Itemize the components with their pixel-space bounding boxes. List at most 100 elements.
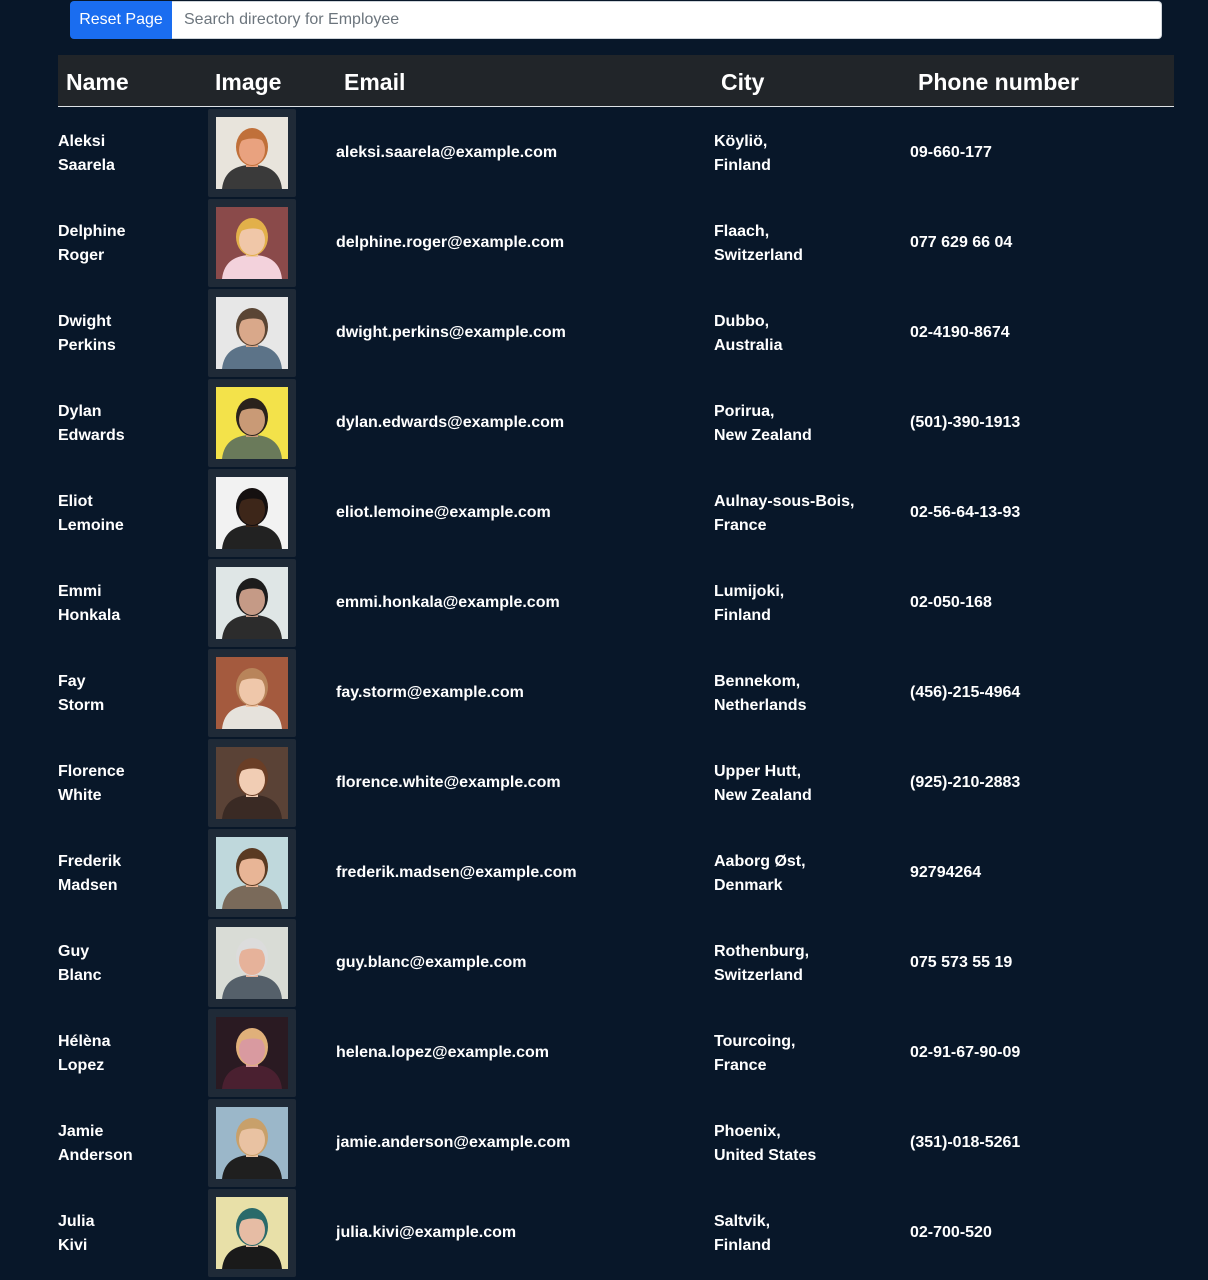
employee-name: Dwight Perkins [58, 310, 198, 358]
employee-email: helena.lopez@example.com [336, 1044, 550, 1061]
employee-email: guy.blanc@example.com [336, 954, 527, 971]
employee-photo-frame [208, 379, 296, 467]
table-row: Dwight Perkins dwight.perkins@example.com D… [58, 288, 1174, 378]
city: Upper Hutt, [714, 763, 802, 780]
employee-name: Dylan Edwards [58, 400, 198, 448]
avatar-portrait-icon [216, 117, 288, 189]
employee-name: Julia Kivi [58, 1210, 198, 1258]
city: Flaach, [714, 223, 770, 240]
employee-name: Hélèna Lopez [58, 1030, 198, 1078]
employee-photo [216, 1197, 288, 1269]
first-name: Julia [58, 1213, 95, 1230]
employee-email: fay.storm@example.com [336, 684, 524, 701]
employee-photo [216, 387, 288, 459]
table-row: Guy Blanc guy.blanc@example.com Rothenburg,… [58, 918, 1174, 1008]
city: Saltvik, [714, 1213, 771, 1230]
country: Australia [714, 337, 783, 354]
employee-name: Florence White [58, 760, 198, 808]
last-name: Roger [58, 247, 105, 264]
avatar-portrait-icon [216, 297, 288, 369]
table-row: Aleksi Saarela aleksi.saarela@example.com K… [58, 108, 1174, 198]
first-name: Hélèna [58, 1033, 111, 1050]
column-header-city[interactable]: City [721, 55, 764, 107]
employee-email: florence.white@example.com [336, 774, 561, 791]
employee-phone: (501)-390-1913 [910, 414, 1021, 431]
employee-phone: 09-660-177 [910, 144, 992, 161]
country: Denmark [714, 877, 783, 894]
country: France [714, 1057, 767, 1074]
first-name: Aleksi [58, 133, 106, 150]
city: Dubbo, [714, 313, 770, 330]
table-row: Fay Storm fay.storm@example.com Bennekom, Ne… [58, 648, 1174, 738]
city: Phoenix, [714, 1123, 781, 1140]
table-row: Eliot Lemoine eliot.lemoine@example.com Aul… [58, 468, 1174, 558]
employee-photo-frame [208, 289, 296, 377]
country: New Zealand [714, 427, 812, 444]
employee-photo-frame [208, 1009, 296, 1097]
employee-location: Phoenix, United States [714, 1120, 894, 1168]
employee-phone: 02-91-67-90-09 [910, 1044, 1021, 1061]
employee-photo-frame [208, 559, 296, 647]
column-header-image: Image [215, 69, 282, 95]
country: New Zealand [714, 787, 812, 804]
first-name: Florence [58, 763, 125, 780]
avatar-portrait-icon [216, 207, 288, 279]
employee-email: emmi.honkala@example.com [336, 594, 560, 611]
employee-location: Saltvik, Finland [714, 1210, 894, 1258]
last-name: Madsen [58, 877, 118, 894]
city: Porirua, [714, 403, 775, 420]
avatar-portrait-icon [216, 1017, 288, 1089]
employee-location: Upper Hutt, New Zealand [714, 760, 894, 808]
last-name: Honkala [58, 607, 121, 624]
first-name: Dylan [58, 403, 102, 420]
country: United States [714, 1147, 817, 1164]
employee-email: dwight.perkins@example.com [336, 324, 566, 341]
employee-name: Guy Blanc [58, 940, 198, 988]
employee-photo-frame [208, 109, 296, 197]
employee-phone: (351)-018-5261 [910, 1134, 1021, 1151]
table-row: Frederik Madsen frederik.madsen@example.co… [58, 828, 1174, 918]
employee-email: frederik.madsen@example.com [336, 864, 577, 881]
employee-location: Rothenburg, Switzerland [714, 940, 894, 988]
toolbar: Reset Page [0, 0, 1208, 44]
country: Switzerland [714, 247, 803, 264]
avatar-portrait-icon [216, 747, 288, 819]
employee-search-input[interactable] [172, 1, 1162, 39]
employee-photo [216, 297, 288, 369]
city: Aaborg Øst, [714, 853, 806, 870]
employee-photo [216, 567, 288, 639]
employee-phone: 075 573 55 19 [910, 954, 1013, 971]
employee-location: Köyliö, Finland [714, 130, 894, 178]
city: Aulnay-sous-Bois, [714, 493, 855, 510]
avatar-portrait-icon [216, 1197, 288, 1269]
reset-page-button[interactable]: Reset Page [70, 1, 172, 39]
column-header-phone[interactable]: Phone number [918, 55, 1079, 107]
column-header-name[interactable]: Name [66, 55, 129, 107]
avatar-portrait-icon [216, 387, 288, 459]
employee-photo-frame [208, 1189, 296, 1277]
employee-phone: 02-050-168 [910, 594, 992, 611]
last-name: Kivi [58, 1237, 88, 1254]
employee-name: Delphine Roger [58, 220, 198, 268]
employee-photo-frame [208, 739, 296, 827]
last-name: Storm [58, 697, 105, 714]
city: Lumijoki, [714, 583, 785, 600]
employee-phone: 92794264 [910, 864, 982, 881]
employee-table-body: Aleksi Saarela aleksi.saarela@example.com K… [58, 108, 1174, 1278]
table-row: Florence White florence.white@example.com U… [58, 738, 1174, 828]
employee-photo [216, 837, 288, 909]
column-header-email[interactable]: Email [344, 55, 405, 107]
avatar-portrait-icon [216, 837, 288, 909]
employee-email: delphine.roger@example.com [336, 234, 565, 251]
employee-location: Aaborg Øst, Denmark [714, 850, 894, 898]
avatar-portrait-icon [216, 477, 288, 549]
employee-location: Bennekom, Netherlands [714, 670, 894, 718]
employee-email: eliot.lemoine@example.com [336, 504, 551, 521]
country: Netherlands [714, 697, 807, 714]
first-name: Jamie [58, 1123, 104, 1140]
first-name: Dwight [58, 313, 112, 330]
country: Finland [714, 157, 771, 174]
employee-email: dylan.edwards@example.com [336, 414, 565, 431]
table-row: Dylan Edwards dylan.edwards@example.com Por… [58, 378, 1174, 468]
employee-photo-frame [208, 649, 296, 737]
